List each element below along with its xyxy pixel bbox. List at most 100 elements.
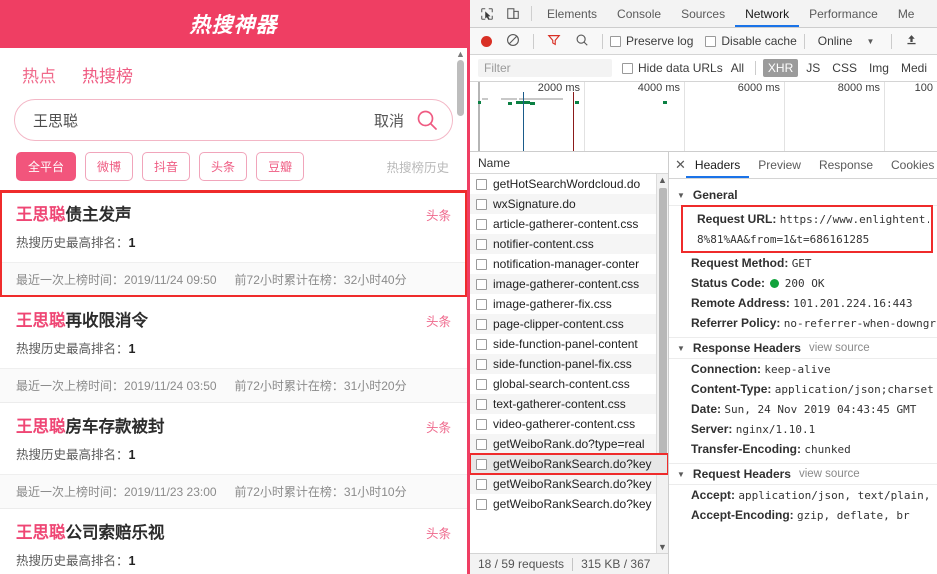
request-row[interactable]: side-function-panel-fix.css [470, 354, 668, 374]
request-row[interactable]: getWeiboRankSearch.do?key [470, 494, 668, 514]
request-checkbox-icon[interactable] [476, 318, 487, 330]
request-list[interactable]: getHotSearchWordcloud.do wxSignature.do … [470, 174, 668, 553]
request-headers-section-header[interactable]: ▼ Request Headers view source [669, 464, 937, 485]
tab-performance[interactable]: Performance [799, 0, 888, 27]
headers-content[interactable]: ▼ General Request URL: https://www.enlig… [669, 179, 937, 574]
request-column-header[interactable]: Name [470, 152, 668, 174]
request-checkbox-icon[interactable] [476, 458, 487, 470]
checkbox-box[interactable] [622, 62, 633, 74]
checkbox-box[interactable] [610, 35, 621, 47]
chip-douban[interactable]: 豆瓣 [256, 152, 305, 181]
ranking-history-link[interactable]: 热搜榜历史 [386, 157, 453, 176]
filter-type-js[interactable]: JS [802, 61, 824, 75]
request-checkbox-icon[interactable] [476, 398, 487, 410]
request-list-scrollbar[interactable]: ▲ ▼ [656, 174, 668, 553]
request-row[interactable]: video-gatherer-content.css [470, 414, 668, 434]
request-row[interactable]: article-gatherer-content.css [470, 214, 668, 234]
response-headers-section-header[interactable]: ▼ Response Headers view source [669, 338, 937, 359]
request-row[interactable]: image-gatherer-fix.css [470, 294, 668, 314]
chip-all-platform[interactable]: 全平台 [16, 152, 77, 181]
tab-hot[interactable]: 热点 [22, 62, 56, 87]
tab-response[interactable]: Response [810, 152, 882, 178]
device-toolbar-icon[interactable] [500, 0, 526, 27]
throttling-select[interactable]: Online [812, 34, 857, 48]
request-row[interactable]: text-gatherer-content.css [470, 394, 668, 414]
tab-preview[interactable]: Preview [749, 152, 810, 178]
request-row[interactable]: getWeiboRankSearch.do?key [470, 474, 668, 494]
response-view-source-link[interactable]: view source [809, 342, 870, 354]
request-row-selected[interactable]: getWeiboRankSearch.do?key [470, 453, 668, 475]
list-item[interactable]: 王思聪债主发声 头条 热搜历史最高排名：1 最近一次上榜时间：2019/11/2… [0, 190, 467, 298]
list-item[interactable]: 王思聪房车存款被封 头条 热搜历史最高排名：1 最近一次上榜时间：2019/11… [0, 403, 467, 509]
hide-data-urls-checkbox[interactable]: Hide data URLs [622, 61, 723, 75]
scroll-thumb[interactable] [659, 188, 667, 468]
filter-type-img[interactable]: Img [865, 61, 893, 75]
inspect-element-icon[interactable] [474, 0, 500, 27]
filter-type-media[interactable]: Medi [897, 61, 931, 75]
search-cancel-button[interactable]: 取消 [374, 110, 414, 131]
scroll-up-icon[interactable]: ▲ [657, 174, 668, 186]
disable-cache-checkbox[interactable]: Disable cache [705, 34, 797, 48]
request-row[interactable]: getWeiboRank.do?type=real [470, 434, 668, 454]
request-checkbox-icon[interactable] [476, 278, 487, 290]
request-checkbox-icon[interactable] [476, 498, 487, 510]
tab-console[interactable]: Console [607, 0, 671, 27]
tab-headers[interactable]: Headers [686, 152, 749, 178]
chevron-down-icon[interactable]: ▼ [677, 191, 685, 200]
request-row[interactable]: notifier-content.css [470, 234, 668, 254]
search-icon[interactable] [575, 33, 589, 50]
general-section-header[interactable]: ▼ General [669, 185, 937, 206]
request-checkbox-icon[interactable] [476, 378, 487, 390]
tab-network[interactable]: Network [735, 0, 799, 27]
filter-type-xhr[interactable]: XHR [762, 59, 799, 77]
request-row[interactable]: image-gatherer-content.css [470, 274, 668, 294]
search-box[interactable]: 王思聪 取消 [14, 99, 453, 141]
tab-elements[interactable]: Elements [537, 0, 607, 27]
request-row[interactable]: page-clipper-content.css [470, 314, 668, 334]
request-view-source-link[interactable]: view source [799, 468, 860, 480]
request-checkbox-icon[interactable] [476, 218, 487, 230]
tab-cookies[interactable]: Cookies [882, 152, 937, 178]
chip-toutiao[interactable]: 头条 [199, 152, 248, 181]
clear-icon[interactable] [506, 33, 520, 50]
scroll-up-icon[interactable]: ▲ [455, 48, 466, 60]
tab-sources[interactable]: Sources [671, 0, 735, 27]
request-row[interactable]: side-function-panel-content [470, 334, 668, 354]
request-checkbox-icon[interactable] [476, 258, 487, 270]
request-url-row[interactable]: Request URL: https://www.enlightent. [691, 209, 929, 229]
tab-memory[interactable]: Me [888, 0, 925, 27]
request-checkbox-icon[interactable] [476, 178, 487, 190]
checkbox-box[interactable] [705, 35, 717, 47]
record-icon[interactable] [481, 35, 492, 47]
scroll-down-icon[interactable]: ▼ [657, 541, 668, 553]
list-item[interactable]: 王思聪公司索赔乐视 头条 热搜历史最高排名：1 [0, 509, 467, 574]
close-icon[interactable]: ✕ [675, 152, 686, 178]
request-checkbox-icon[interactable] [476, 478, 487, 490]
filter-input[interactable]: Filter [478, 59, 612, 77]
upload-icon[interactable] [905, 33, 918, 49]
request-checkbox-icon[interactable] [476, 418, 487, 430]
request-row[interactable]: getHotSearchWordcloud.do [470, 174, 668, 194]
tab-ranking[interactable]: 热搜榜 [82, 62, 133, 87]
request-checkbox-icon[interactable] [476, 338, 487, 350]
request-row[interactable]: notification-manager-conter [470, 254, 668, 274]
request-checkbox-icon[interactable] [476, 238, 487, 250]
scroll-thumb[interactable] [457, 60, 464, 116]
filter-type-css[interactable]: CSS [828, 61, 861, 75]
request-row[interactable]: wxSignature.do [470, 194, 668, 214]
chip-douyin[interactable]: 抖音 [142, 152, 191, 181]
network-overview[interactable]: 2000 ms 4000 ms 6000 ms 8000 ms 100 [470, 82, 937, 152]
list-item[interactable]: 王思聪再收限消令 头条 热搜历史最高排名：1 最近一次上榜时间：2019/11/… [0, 297, 467, 403]
chevron-down-icon[interactable]: ▼ [858, 37, 884, 46]
app-list-scrollbar[interactable]: ▲ [455, 48, 466, 428]
preserve-log-checkbox[interactable]: Preserve log [610, 34, 693, 48]
funnel-icon[interactable] [547, 33, 561, 50]
request-checkbox-icon[interactable] [476, 438, 487, 450]
chevron-down-icon[interactable]: ▼ [677, 344, 685, 353]
request-checkbox-icon[interactable] [476, 198, 487, 210]
search-input[interactable]: 王思聪 [33, 110, 374, 131]
request-checkbox-icon[interactable] [476, 298, 487, 310]
request-checkbox-icon[interactable] [476, 358, 487, 370]
chevron-down-icon[interactable]: ▼ [677, 470, 685, 479]
filter-type-all[interactable]: All [727, 61, 748, 75]
